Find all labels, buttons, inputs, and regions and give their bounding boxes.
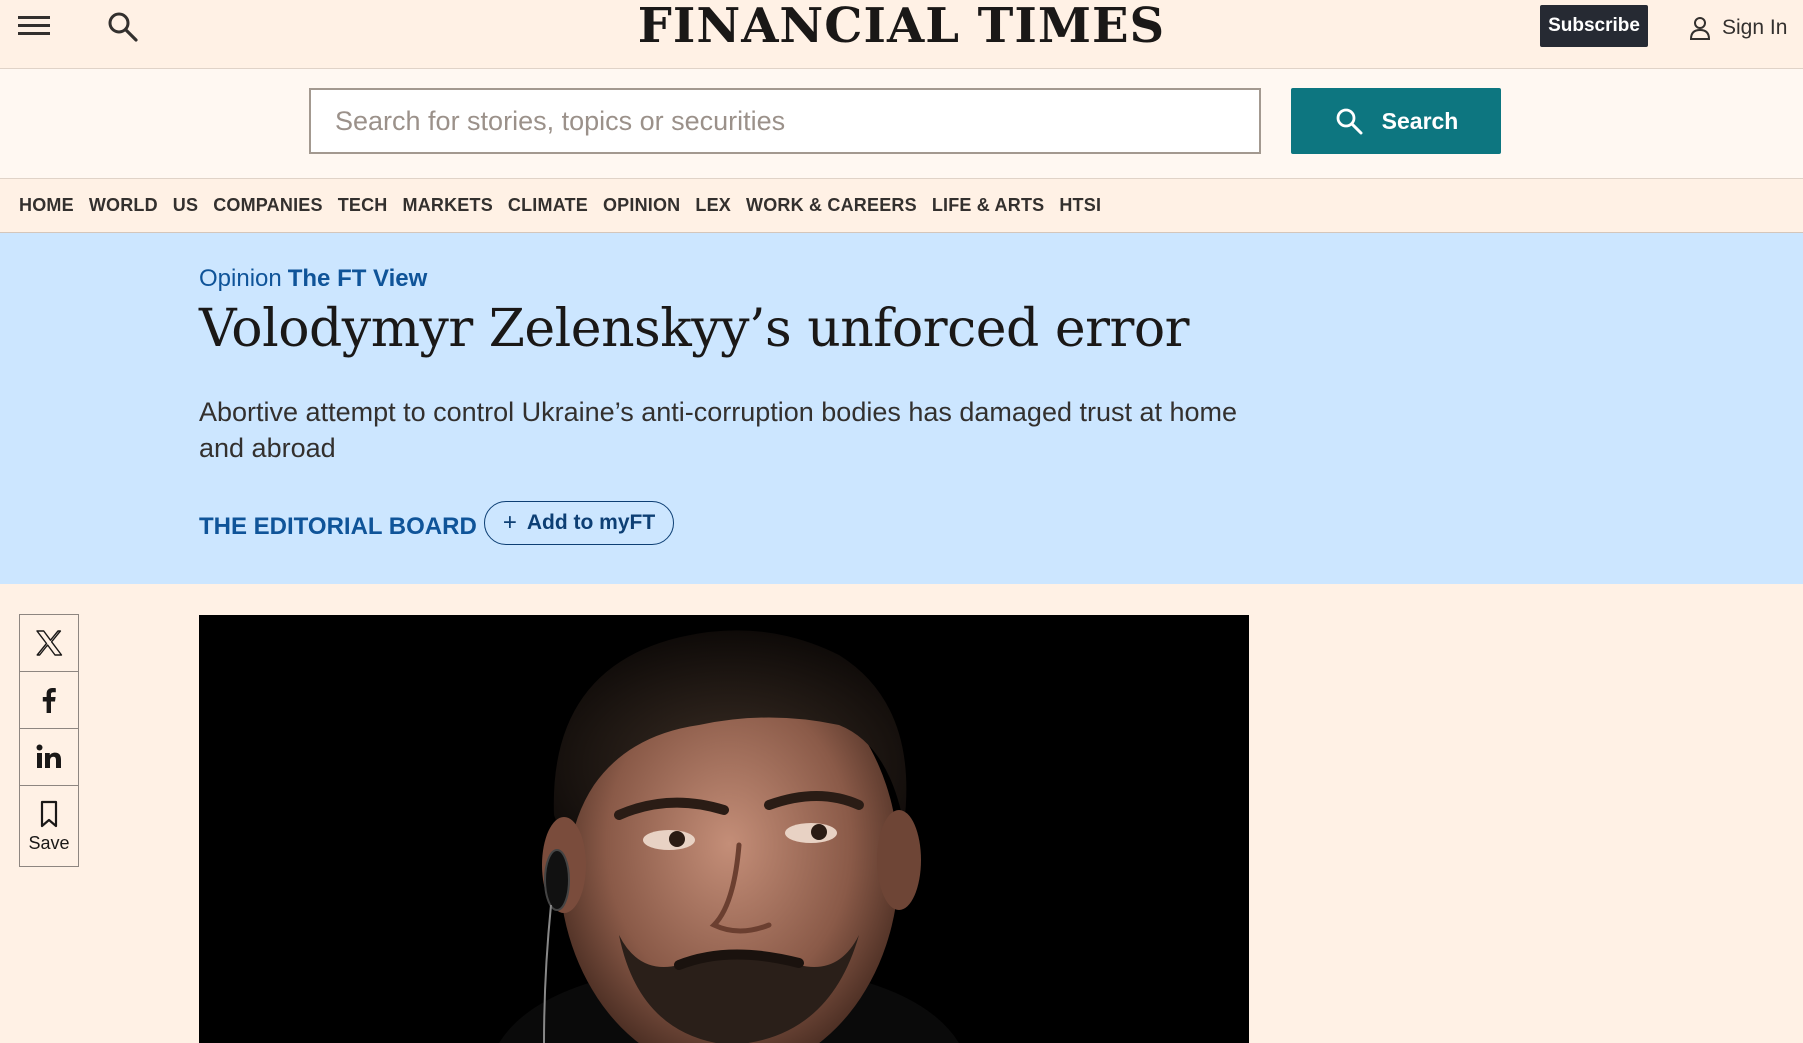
nav-item-us[interactable]: US [173, 195, 198, 216]
share-facebook-button[interactable] [19, 671, 79, 729]
add-to-myft-label: Add to myFT [526, 511, 656, 534]
search-button-label: Search [1381, 107, 1459, 134]
nav-item-htsi[interactable]: HTSI [1059, 195, 1101, 216]
linkedin-icon [36, 744, 61, 768]
nav-item-work-careers[interactable]: WORK & CAREERS [746, 195, 917, 216]
sign-in-link[interactable]: Sign In [1688, 12, 1787, 44]
article-kicker: Opinion The FT View [199, 265, 427, 293]
masthead-logo[interactable]: FINANCIAL TIMES [0, 0, 1803, 54]
facebook-icon [42, 688, 56, 713]
top-header: FINANCIAL TIMES Subscribe Sign In [0, 0, 1803, 69]
article-headline: Volodymyr Zelenskyy’s unforced error [199, 299, 1190, 359]
kicker-series-link[interactable]: The FT View [288, 265, 428, 292]
nav-item-life-arts[interactable]: LIFE & ARTS [932, 195, 1045, 216]
sign-in-label: Sign In [1722, 16, 1788, 39]
nav-item-home[interactable]: HOME [19, 195, 74, 216]
author-link[interactable]: THE EDITORIAL BOARD [199, 513, 477, 541]
search-band: Search [0, 69, 1803, 179]
nav-item-world[interactable]: WORLD [89, 195, 158, 216]
share-rail: Save [19, 614, 79, 867]
nav-item-lex[interactable]: LEX [695, 195, 731, 216]
search-icon [1336, 108, 1363, 135]
save-article-button[interactable]: Save [19, 785, 79, 867]
share-linkedin-button[interactable] [19, 728, 79, 786]
article-hero: Opinion The FT View Volodymyr Zelenskyy’s… [0, 233, 1803, 584]
article-main-image [199, 615, 1249, 1043]
nav-item-companies[interactable]: COMPANIES [213, 195, 322, 216]
kicker-section-link[interactable]: Opinion [199, 265, 282, 292]
user-icon [1689, 17, 1711, 40]
nav-item-climate[interactable]: CLIMATE [508, 195, 588, 216]
article-standfirst: Abortive attempt to control Ukraine’s an… [199, 397, 1238, 463]
bookmark-icon [40, 800, 58, 827]
primary-nav: HOME WORLD US COMPANIES TECH MARKETS CLI… [0, 179, 1803, 233]
share-x-button[interactable] [19, 614, 79, 672]
portrait-photo [199, 615, 1249, 1043]
subscribe-button[interactable]: Subscribe [1540, 5, 1648, 47]
nav-item-markets[interactable]: MARKETS [403, 195, 493, 216]
x-icon [36, 630, 63, 656]
save-label: Save [28, 832, 70, 853]
add-to-myft-button[interactable]: + Add to myFT [484, 501, 674, 545]
nav-item-opinion[interactable]: OPINION [603, 195, 680, 216]
nav-item-tech[interactable]: TECH [338, 195, 388, 216]
plus-icon: + [502, 509, 517, 536]
search-submit-button[interactable]: Search [1291, 88, 1501, 154]
search-input[interactable] [309, 88, 1261, 154]
